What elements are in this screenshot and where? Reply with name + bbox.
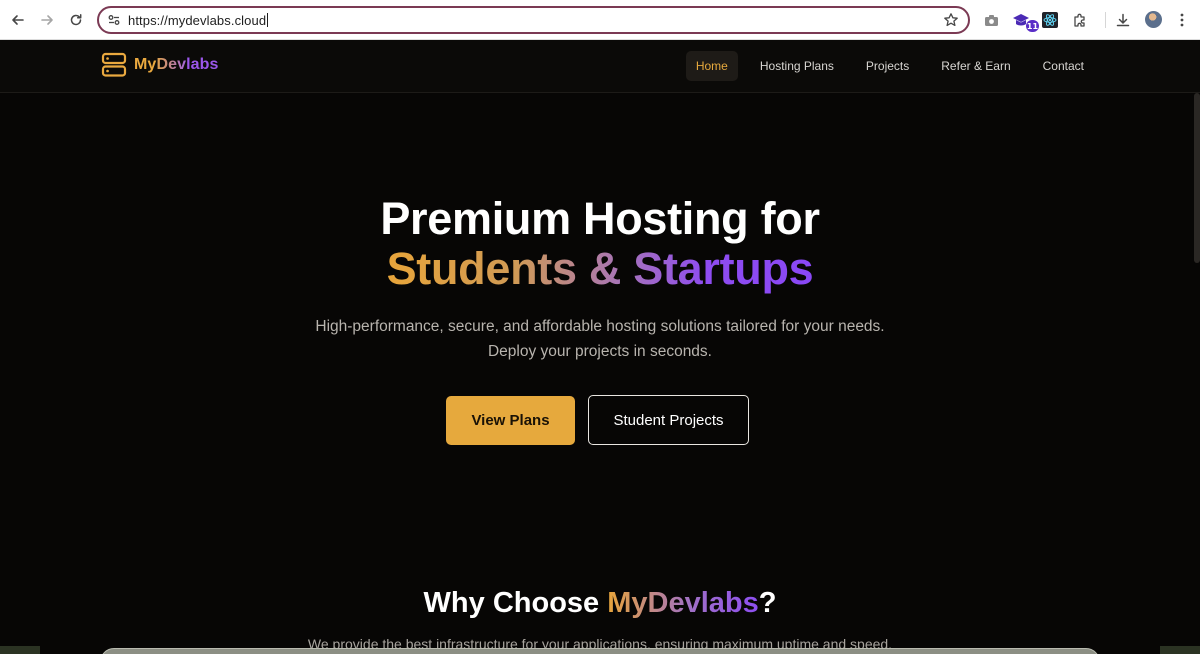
feature-card-edge <box>100 648 1100 654</box>
why-section-title: Why Choose MyDevlabs? <box>0 587 1200 620</box>
react-icon <box>1042 12 1058 28</box>
react-devtools-button[interactable] <box>1039 9 1061 31</box>
nav-link-refer-earn[interactable]: Refer & Earn <box>931 51 1020 81</box>
nav-link-hosting-plans[interactable]: Hosting Plans <box>750 51 844 81</box>
site-settings-icon[interactable] <box>107 13 121 27</box>
reload-button[interactable] <box>65 9 87 31</box>
screenshot-extension-button[interactable] <box>980 9 1002 31</box>
bookmark-star-icon[interactable] <box>943 12 959 28</box>
reload-icon <box>70 14 82 26</box>
why-title-prefix: Why Choose <box>423 587 608 619</box>
view-plans-button[interactable]: View Plans <box>446 396 575 445</box>
download-icon <box>1116 13 1130 27</box>
camera-icon <box>984 14 998 26</box>
extensions-button[interactable] <box>1069 9 1091 31</box>
background-strip-right <box>1160 646 1200 654</box>
server-icon[interactable] <box>101 52 127 78</box>
hero-title-line1: Premium Hosting for <box>380 193 820 244</box>
nav-link-projects[interactable]: Projects <box>856 51 919 81</box>
background-strip-left <box>0 646 40 654</box>
back-button[interactable] <box>7 9 29 31</box>
site-navbar: MyDevlabs Home Hosting Plans Projects Re… <box>0 40 1200 93</box>
logo-part-my: My <box>134 56 157 73</box>
arrow-right-icon <box>41 15 53 25</box>
site-logo[interactable]: MyDevlabs <box>134 56 219 74</box>
logo-part-dev: Dev <box>156 56 187 73</box>
nav-links: Home Hosting Plans Projects Refer & Earn… <box>674 51 1094 81</box>
logo-part-labs: labs <box>186 56 219 73</box>
why-title-brand: MyDevlabs <box>607 587 759 619</box>
more-vertical-icon <box>1180 13 1184 27</box>
profile-avatar[interactable] <box>1145 11 1162 28</box>
hero-title: Premium Hosting for Students & Startups <box>0 194 1200 294</box>
downloads-button[interactable] <box>1112 9 1134 31</box>
toolbar-divider <box>1105 12 1106 28</box>
browser-menu-button[interactable] <box>1171 9 1193 31</box>
address-bar[interactable]: https://mydevlabs.cloud <box>97 6 970 34</box>
why-title-suffix: ? <box>758 587 777 619</box>
extension-badge: 11 <box>1026 20 1039 32</box>
student-projects-button[interactable]: Student Projects <box>588 395 749 445</box>
browser-toolbar: https://mydevlabs.cloud 11 <box>0 0 1200 40</box>
forward-button[interactable] <box>36 9 58 31</box>
hero-subtitle: High-performance, secure, and affordable… <box>315 318 885 360</box>
nav-link-contact[interactable]: Contact <box>1033 51 1094 81</box>
arrow-left-icon <box>12 15 24 25</box>
puzzle-icon <box>1073 13 1085 27</box>
nav-link-home[interactable]: Home <box>685 51 738 81</box>
url-text[interactable]: https://mydevlabs.cloud <box>128 13 268 28</box>
hero-title-line2: Students & Startups <box>386 243 814 294</box>
